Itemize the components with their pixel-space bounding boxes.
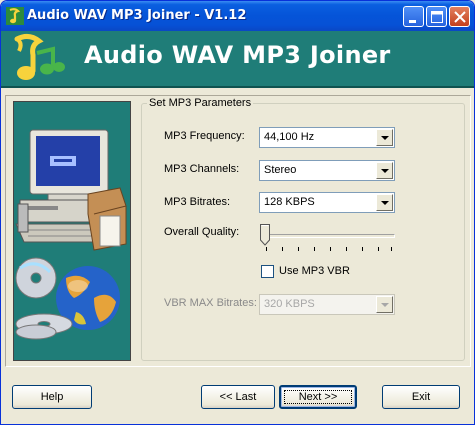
channels-label: MP3 Channels: [164,163,240,175]
vbr-max-select[interactable]: 320 KBPS [259,294,395,315]
minimize-button[interactable] [403,6,424,27]
last-button[interactable]: << Last [201,385,275,409]
quality-slider-track[interactable] [263,234,395,238]
app-window: Audio WAV MP3 Joiner - V1.12 Audio WAV M… [0,0,475,425]
app-icon [6,7,24,25]
chevron-down-icon[interactable] [376,162,393,179]
group-legend: Set MP3 Parameters [147,97,254,109]
minimize-icon [409,20,416,23]
slider-tick [378,247,379,251]
frequency-select[interactable]: 44,100 Hz [259,127,395,148]
slider-tick [298,247,299,251]
close-button[interactable] [449,6,470,27]
slider-tick [282,247,283,251]
slider-tick [330,247,331,251]
help-button[interactable]: Help [12,385,92,409]
quality-label: Overall Quality: [164,226,240,238]
slider-tick [346,247,347,251]
last-button-label: << Last [219,391,257,403]
next-button[interactable]: Next >> [279,385,357,409]
close-icon [454,11,466,23]
maximize-icon [431,11,443,23]
vbr-max-label: VBR MAX Bitrates: [164,297,257,309]
chevron-down-icon[interactable] [376,296,393,313]
exit-button[interactable]: Exit [382,385,460,409]
computer-globe-illustration [15,129,127,340]
slider-tick [391,247,392,251]
header-title: Audio WAV MP3 Joiner [84,41,391,69]
frequency-value: 44,100 Hz [264,131,315,143]
chevron-down-icon[interactable] [376,194,393,211]
use-vbr-label[interactable]: Use MP3 VBR [279,265,350,277]
window-title: Audio WAV MP3 Joiner - V1.12 [27,8,247,23]
slider-tick [266,247,267,251]
music-note-logo [14,33,65,80]
artwork-panel [13,101,131,361]
chevron-down-icon[interactable] [376,129,393,146]
header-banner: Audio WAV MP3 Joiner [1,31,474,88]
bitrates-select[interactable]: 128 KBPS [259,192,395,213]
maximize-button[interactable] [426,6,447,27]
bitrates-label: MP3 Bitrates: [164,196,231,208]
bitrates-value: 128 KBPS [264,196,315,208]
title-bar[interactable]: Audio WAV MP3 Joiner - V1.12 [1,1,474,31]
quality-slider-thumb[interactable] [260,224,270,246]
frequency-label: MP3 Frequency: [164,130,245,142]
exit-button-label: Exit [411,391,431,403]
next-button-label: Next >> [298,391,338,403]
vbr-max-value: 320 KBPS [264,298,315,310]
channels-value: Stereo [264,164,297,176]
slider-tick [362,247,363,251]
channels-select[interactable]: Stereo [259,160,395,181]
help-button-label: Help [40,391,64,403]
slider-tick [314,247,315,251]
use-vbr-checkbox[interactable] [261,265,274,278]
